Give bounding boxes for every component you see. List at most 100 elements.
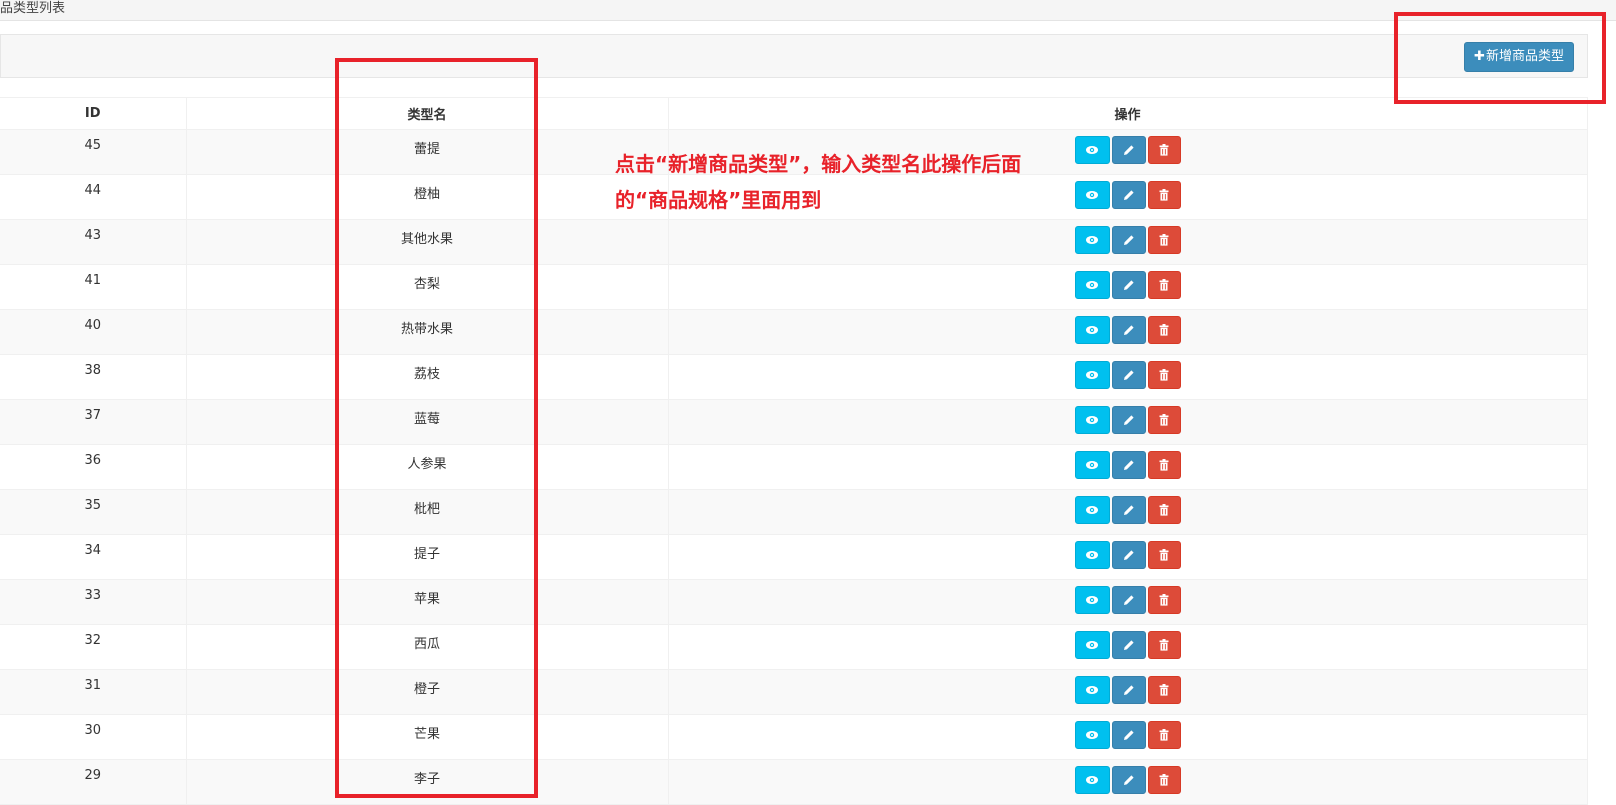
edit-button[interactable]	[1111, 631, 1146, 659]
table-row: 38 荔枝	[0, 354, 1588, 400]
edit-button[interactable]	[1111, 541, 1146, 569]
cell-id: 32	[0, 624, 187, 670]
delete-button[interactable]	[1147, 541, 1181, 569]
delete-button[interactable]	[1147, 586, 1181, 614]
column-header-id: ID	[0, 97, 187, 130]
cell-actions	[668, 264, 1588, 310]
delete-button[interactable]	[1147, 496, 1181, 524]
table-row: 29 李子	[0, 759, 1588, 805]
delete-button[interactable]	[1147, 631, 1181, 659]
cell-type-name: 苹果	[186, 579, 669, 625]
edit-button[interactable]	[1111, 136, 1146, 164]
cell-type-name: 橙柚	[186, 174, 669, 220]
annotation-text: 点击“新增商品类型”，输入类型名此操作后面 的“商品规格”里面用到	[615, 146, 1075, 218]
page-title: 品类型列表	[0, 1, 66, 16]
delete-button[interactable]	[1147, 316, 1181, 344]
edit-button[interactable]	[1111, 226, 1146, 254]
delete-button[interactable]	[1147, 181, 1181, 209]
cell-actions	[668, 489, 1588, 535]
edit-button[interactable]	[1111, 406, 1146, 434]
cell-actions	[668, 714, 1588, 760]
view-button[interactable]	[1074, 136, 1110, 164]
cell-type-name: 其他水果	[186, 219, 669, 265]
view-button[interactable]	[1074, 586, 1110, 614]
edit-button[interactable]	[1111, 721, 1146, 749]
view-button[interactable]	[1074, 406, 1110, 434]
cell-id: 40	[0, 309, 187, 355]
cell-id: 36	[0, 444, 187, 490]
annotation-line-1: 点击“新增商品类型”，输入类型名此操作后面	[615, 152, 1022, 176]
view-button[interactable]	[1074, 451, 1110, 479]
view-button[interactable]	[1074, 316, 1110, 344]
page-header: 品类型列表	[0, 0, 1616, 21]
cell-type-name: 蕾提	[186, 129, 669, 175]
cell-actions	[668, 444, 1588, 490]
cell-actions	[668, 624, 1588, 670]
cell-actions	[668, 669, 1588, 715]
toolbar	[0, 34, 1588, 78]
cell-actions	[668, 309, 1588, 355]
view-button[interactable]	[1074, 271, 1110, 299]
delete-button[interactable]	[1147, 721, 1181, 749]
view-button[interactable]	[1074, 541, 1110, 569]
view-button[interactable]	[1074, 676, 1110, 704]
cell-id: 44	[0, 174, 187, 220]
edit-button[interactable]	[1111, 676, 1146, 704]
delete-button[interactable]	[1147, 136, 1181, 164]
table-row: 34 提子	[0, 534, 1588, 580]
edit-button[interactable]	[1111, 271, 1146, 299]
view-button[interactable]	[1074, 361, 1110, 389]
table-row: 43 其他水果	[0, 219, 1588, 265]
edit-button[interactable]	[1111, 451, 1146, 479]
table-row: 41 杏梨	[0, 264, 1588, 310]
edit-button[interactable]	[1111, 181, 1146, 209]
view-button[interactable]	[1074, 631, 1110, 659]
column-header-name: 类型名	[186, 97, 669, 130]
table-row: 37 蓝莓	[0, 399, 1588, 445]
delete-button[interactable]	[1147, 361, 1181, 389]
cell-actions	[668, 579, 1588, 625]
cell-type-name: 提子	[186, 534, 669, 580]
column-header-ops: 操作	[668, 97, 1588, 130]
view-button[interactable]	[1074, 496, 1110, 524]
view-button[interactable]	[1074, 226, 1110, 254]
cell-id: 41	[0, 264, 187, 310]
table-row: 35 枇杷	[0, 489, 1588, 535]
cell-actions	[668, 399, 1588, 445]
table-row: 36 人参果	[0, 444, 1588, 490]
cell-type-name: 李子	[186, 759, 669, 805]
delete-button[interactable]	[1147, 406, 1181, 434]
table-row: 31 橙子	[0, 669, 1588, 715]
delete-button[interactable]	[1147, 226, 1181, 254]
cell-id: 43	[0, 219, 187, 265]
edit-button[interactable]	[1111, 496, 1146, 524]
cell-type-name: 杏梨	[186, 264, 669, 310]
cell-id: 35	[0, 489, 187, 535]
delete-button[interactable]	[1147, 766, 1181, 794]
cell-type-name: 荔枝	[186, 354, 669, 400]
cell-type-name: 人参果	[186, 444, 669, 490]
cell-type-name: 枇杷	[186, 489, 669, 535]
view-button[interactable]	[1074, 721, 1110, 749]
table-header-row: ID 类型名 操作	[0, 97, 1588, 130]
cell-type-name: 西瓜	[186, 624, 669, 670]
view-button[interactable]	[1074, 766, 1110, 794]
cell-id: 29	[0, 759, 187, 805]
cell-type-name: 蓝莓	[186, 399, 669, 445]
edit-button[interactable]	[1111, 586, 1146, 614]
edit-button[interactable]	[1111, 316, 1146, 344]
add-product-type-button[interactable]: ✚新增商品类型	[1464, 42, 1574, 72]
view-button[interactable]	[1074, 181, 1110, 209]
plus-icon: ✚	[1474, 49, 1485, 64]
delete-button[interactable]	[1147, 271, 1181, 299]
cell-id: 30	[0, 714, 187, 760]
delete-button[interactable]	[1147, 676, 1181, 704]
table-row: 33 苹果	[0, 579, 1588, 625]
cell-id: 37	[0, 399, 187, 445]
edit-button[interactable]	[1111, 361, 1146, 389]
edit-button[interactable]	[1111, 766, 1146, 794]
table-row: 32 西瓜	[0, 624, 1588, 670]
cell-actions	[668, 354, 1588, 400]
delete-button[interactable]	[1147, 451, 1181, 479]
add-button-label: 新增商品类型	[1485, 49, 1564, 64]
